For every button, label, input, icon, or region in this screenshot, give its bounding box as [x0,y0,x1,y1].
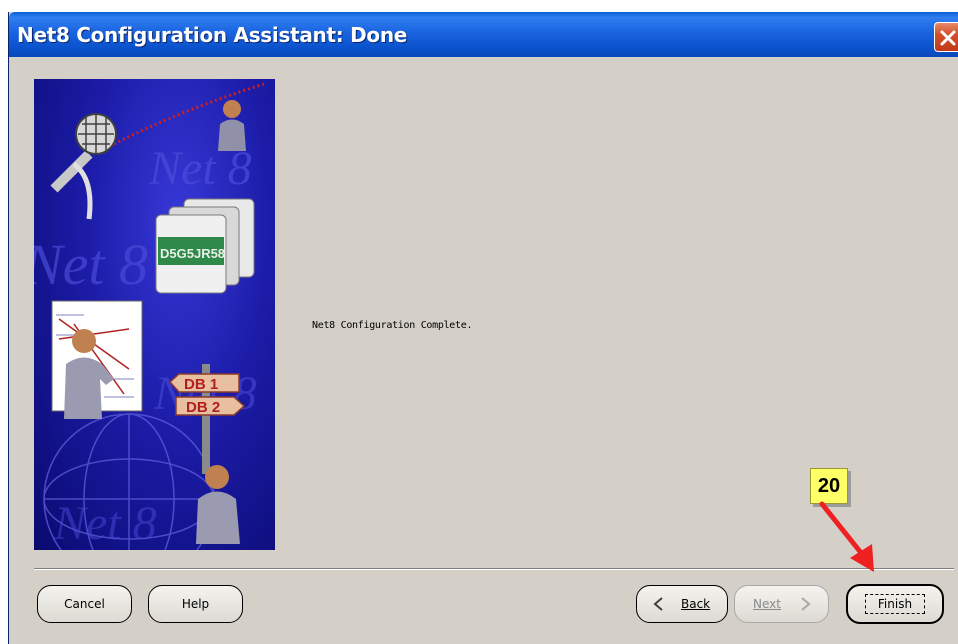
svg-text:DB 1: DB 1 [184,376,218,393]
finish-button[interactable]: Finish [846,584,944,624]
finish-button-label: Finish [864,594,926,614]
dialog-window: Net8 Configuration Assistant: Done Net 8… [8,12,958,644]
window-title: Net8 Configuration Assistant: Done [17,23,408,47]
back-button[interactable]: Back [636,585,728,623]
chevron-left-icon [653,597,663,611]
help-button[interactable]: Help [148,585,243,623]
svg-text:D5G5JR58: D5G5JR58 [160,246,225,261]
cancel-button-label: Cancel [64,597,105,611]
next-button-label: Next [753,597,781,611]
help-button-label: Help [181,597,210,611]
chevron-right-icon [801,597,811,611]
footer-separator [34,568,954,570]
step-number-badge: 20 [810,468,848,504]
person-icon [196,465,240,544]
watermark-net8: Net 8 [34,232,148,297]
close-button[interactable] [934,22,958,52]
svg-text:DB 2: DB 2 [186,399,220,416]
completion-message: Net8 Configuration Complete. [312,320,473,331]
person-icon [218,100,246,151]
next-button[interactable]: Next [734,585,829,623]
wizard-side-image: Net 8 Net 8 Net 8 Net 8 D5G5JR58 DB 1 DB… [34,79,275,550]
title-bar[interactable]: Net8 Configuration Assistant: Done [9,12,958,57]
back-button-label: Back [681,597,711,611]
folder-icon: D5G5JR58 [155,198,255,294]
cancel-button[interactable]: Cancel [37,585,132,623]
pointer-arrow-icon [819,501,874,572]
close-icon [940,30,956,46]
watermark-net8: Net 8 [53,497,157,550]
net8-illustration: Net 8 Net 8 Net 8 Net 8 D5G5JR58 DB 1 DB… [34,82,265,550]
microphone-icon [50,113,117,220]
